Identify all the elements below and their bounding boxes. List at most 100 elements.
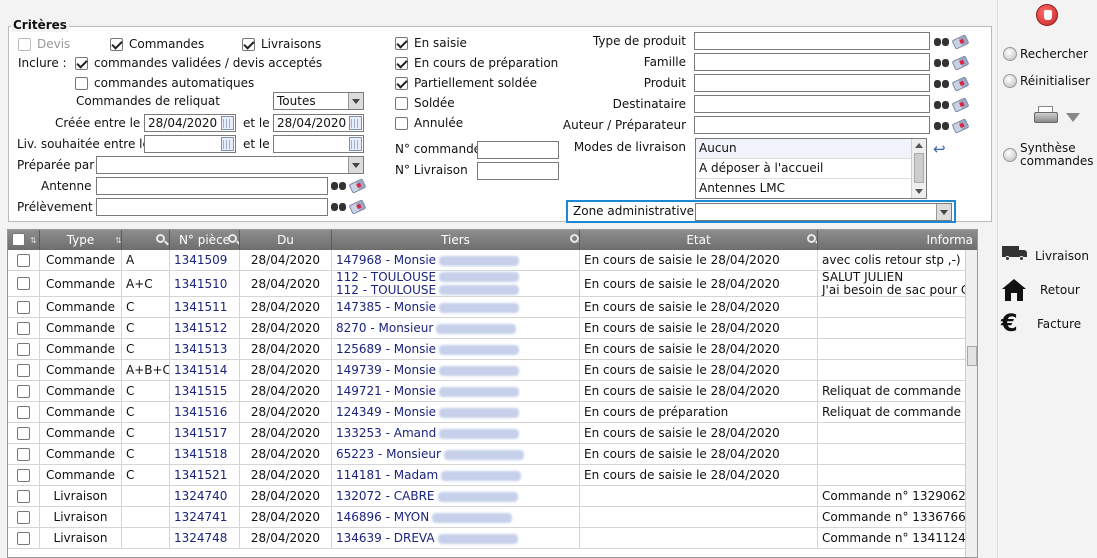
row-checkbox[interactable] bbox=[17, 253, 30, 267]
creee-to-input[interactable]: 28/04/2020 bbox=[273, 114, 364, 132]
rechercher-radio[interactable] bbox=[1003, 47, 1017, 61]
binoculars-icon[interactable] bbox=[934, 57, 950, 68]
binoculars-icon[interactable] bbox=[934, 120, 950, 131]
binoculars-icon[interactable] bbox=[934, 36, 950, 47]
home-icon[interactable] bbox=[1002, 279, 1026, 301]
header-etat[interactable]: Etat bbox=[580, 230, 818, 250]
arrow-up-icon[interactable] bbox=[915, 143, 923, 148]
tiers-cell[interactable]: 124349 - Monsie bbox=[332, 402, 580, 422]
piece-cell[interactable]: 1341511 bbox=[170, 297, 240, 317]
reliquat-select[interactable]: Toutes bbox=[273, 92, 364, 110]
piece-cell[interactable]: 1324748 bbox=[170, 528, 240, 548]
famille-input[interactable] bbox=[694, 53, 930, 71]
table-row[interactable]: Commande C 1341518 28/04/2020 65223 - Monsie… bbox=[8, 444, 966, 465]
num-livraison-input[interactable] bbox=[477, 162, 559, 180]
auteur-input[interactable] bbox=[694, 116, 930, 134]
row-checkbox[interactable] bbox=[17, 447, 30, 461]
tiers-cell[interactable]: 146896 - MYON bbox=[332, 507, 580, 527]
printer-icon[interactable] bbox=[1034, 106, 1058, 126]
header-sub[interactable] bbox=[122, 230, 170, 250]
partiel-checkbox[interactable] bbox=[395, 77, 408, 90]
tiers-cell[interactable]: 147968 - Monsie bbox=[332, 250, 580, 270]
calendar-icon[interactable] bbox=[221, 116, 234, 130]
chevron-down-icon[interactable] bbox=[348, 157, 363, 173]
tiers-cell[interactable]: 112 - TOULOUSE 112 - TOULOUSE bbox=[332, 271, 580, 296]
en-cours-checkbox[interactable] bbox=[395, 57, 408, 70]
piece-cell[interactable]: 1341509 bbox=[170, 250, 240, 270]
liv-from-input[interactable] bbox=[144, 135, 236, 153]
binoculars-icon[interactable] bbox=[934, 99, 950, 110]
row-checkbox[interactable] bbox=[17, 426, 30, 440]
row-checkbox[interactable] bbox=[17, 384, 30, 398]
destinataire-input[interactable] bbox=[694, 95, 930, 113]
sort-icon[interactable]: ⇅ bbox=[30, 231, 37, 250]
creee-from-input[interactable]: 28/04/2020 bbox=[144, 114, 236, 132]
reinitialiser-button[interactable]: Réinitialiser bbox=[1020, 74, 1090, 88]
table-row[interactable]: Livraison 1324748 28/04/2020 134639 - DREVA… bbox=[8, 528, 966, 549]
table-row[interactable]: Commande C 1341521 28/04/2020 114181 - Madam… bbox=[8, 465, 966, 486]
scroll-thumb[interactable] bbox=[914, 153, 924, 183]
rechercher-button[interactable]: Rechercher bbox=[1020, 47, 1088, 61]
row-checkbox[interactable] bbox=[17, 342, 30, 356]
piece-cell[interactable]: 1341518 bbox=[170, 444, 240, 464]
type-produit-input[interactable] bbox=[694, 32, 930, 50]
soldee-checkbox[interactable] bbox=[395, 97, 408, 110]
calendar-icon[interactable] bbox=[221, 137, 234, 151]
livraison-button[interactable]: Livraison bbox=[1035, 249, 1089, 263]
binoculars-icon[interactable] bbox=[331, 180, 347, 191]
euro-icon[interactable]: € bbox=[1001, 310, 1018, 336]
chevron-down-icon[interactable] bbox=[936, 204, 951, 220]
table-row[interactable]: Livraison 1324741 28/04/2020 146896 - MYON C… bbox=[8, 507, 966, 528]
chevron-down-icon[interactable] bbox=[348, 93, 363, 109]
modes-listbox[interactable]: Aucun A déposer à l'accueil Antennes LMC bbox=[695, 138, 927, 199]
header-du[interactable]: Du bbox=[240, 230, 332, 250]
table-row[interactable]: Commande A+C 1341510 28/04/2020 112 - TOULOU… bbox=[8, 271, 966, 297]
annulee-checkbox[interactable] bbox=[395, 117, 408, 130]
header-piece[interactable]: N° pièce bbox=[170, 230, 240, 250]
row-checkbox[interactable] bbox=[17, 363, 30, 377]
en-saisie-checkbox[interactable] bbox=[395, 37, 408, 50]
tiers-cell[interactable]: 114181 - Madam bbox=[332, 465, 580, 485]
scroll-thumb[interactable] bbox=[967, 346, 977, 366]
calendar-icon[interactable] bbox=[349, 116, 362, 130]
search-icon[interactable] bbox=[570, 234, 579, 243]
list-item[interactable]: Antennes LMC bbox=[696, 179, 912, 198]
table-row[interactable]: Commande A 1341509 28/04/2020 147968 - Monsi… bbox=[8, 250, 966, 271]
binoculars-icon[interactable] bbox=[934, 78, 950, 89]
tiers-cell[interactable]: 125689 - Monsie bbox=[332, 339, 580, 359]
tiers-cell[interactable]: 134639 - DREVA bbox=[332, 528, 580, 548]
tiers-cell[interactable]: 132072 - CABRE bbox=[332, 486, 580, 506]
table-row[interactable]: Commande C 1341516 28/04/2020 124349 - Monsi… bbox=[8, 402, 966, 423]
table-row[interactable]: Livraison 1324740 28/04/2020 132072 - CABRE… bbox=[8, 486, 966, 507]
piece-cell[interactable]: 1341510 bbox=[170, 271, 240, 296]
tiers-cell[interactable]: 147385 - Monsie bbox=[332, 297, 580, 317]
preparee-select[interactable] bbox=[96, 156, 364, 174]
table-row[interactable]: Commande C 1341513 28/04/2020 125689 - Monsi… bbox=[8, 339, 966, 360]
header-select-all[interactable]: ⇅ bbox=[8, 230, 40, 250]
devis-checkbox[interactable] bbox=[18, 38, 31, 51]
search-icon[interactable] bbox=[156, 234, 165, 243]
cmd-auto-checkbox[interactable] bbox=[75, 77, 88, 90]
piece-cell[interactable]: 1341512 bbox=[170, 318, 240, 338]
tiers-cell[interactable]: 65223 - Monsieur bbox=[332, 444, 580, 464]
row-checkbox[interactable] bbox=[17, 405, 30, 419]
undo-arrow-icon[interactable]: ↩ bbox=[933, 140, 946, 158]
search-icon[interactable] bbox=[228, 234, 237, 243]
num-commande-input[interactable] bbox=[477, 141, 559, 159]
tiers-cell[interactable]: 149721 - Monsie bbox=[332, 381, 580, 401]
search-icon[interactable] bbox=[807, 234, 816, 243]
table-row[interactable]: Commande C 1341517 28/04/2020 133253 - Amand… bbox=[8, 423, 966, 444]
prelevement-input[interactable] bbox=[96, 198, 328, 216]
piece-cell[interactable]: 1341515 bbox=[170, 381, 240, 401]
livraisons-checkbox[interactable] bbox=[242, 38, 255, 51]
calendar-icon[interactable] bbox=[349, 137, 362, 151]
retour-button[interactable]: Retour bbox=[1040, 283, 1080, 297]
chevron-down-icon[interactable] bbox=[1066, 113, 1080, 122]
tiers-cell[interactable]: 8270 - Monsieur bbox=[332, 318, 580, 338]
header-type[interactable]: Type ⇅ bbox=[40, 230, 122, 250]
table-row[interactable]: Commande C 1341515 28/04/2020 149721 - Monsi… bbox=[8, 381, 966, 402]
sort-icon[interactable]: ⇅ bbox=[115, 231, 121, 250]
select-all-checkbox[interactable] bbox=[12, 233, 25, 246]
piece-cell[interactable]: 1341521 bbox=[170, 465, 240, 485]
piece-cell[interactable]: 1324740 bbox=[170, 486, 240, 506]
